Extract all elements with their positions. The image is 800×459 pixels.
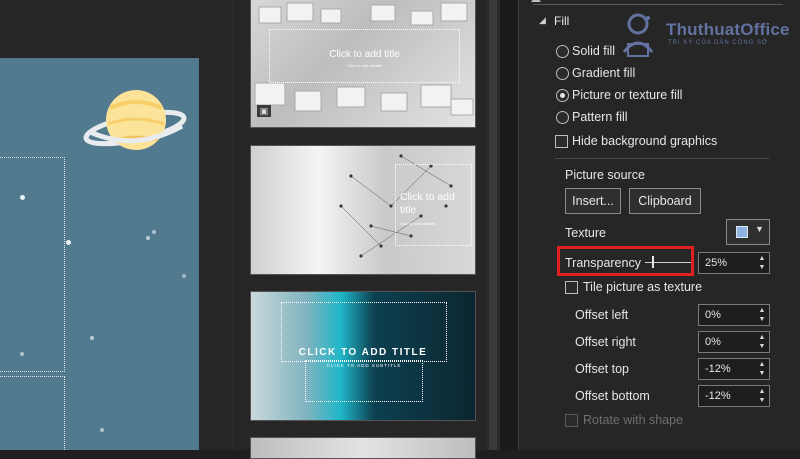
thumbnail-title: Click to add title (329, 49, 400, 60)
offset-right-spinner[interactable]: 0% ▲ ▼ (698, 331, 770, 353)
insert-button[interactable]: Insert... (565, 188, 621, 214)
transparency-label: Transparency (565, 256, 641, 270)
planet-graphic (83, 90, 187, 150)
increase-arrow-icon[interactable]: ▲ (758, 387, 766, 396)
star (146, 236, 150, 240)
star (152, 230, 156, 234)
fill-section-title[interactable]: Fill (554, 14, 569, 28)
pattern-fill-label[interactable]: Pattern fill (572, 110, 628, 124)
offset-left-spinner[interactable]: 0% ▲ ▼ (698, 304, 770, 326)
offset-bottom-label: Offset bottom (575, 389, 650, 403)
offset-bottom-value: -12% (705, 390, 731, 402)
offset-right-value: 0% (705, 336, 721, 348)
increase-arrow-icon[interactable]: ▲ (758, 254, 766, 263)
texture-label: Texture (565, 226, 606, 240)
thumbnail-title: CLICK TO ADD TITLE (298, 347, 428, 358)
texture-dropdown[interactable]: ▼ (726, 219, 770, 245)
hide-background-checkbox[interactable] (555, 135, 568, 148)
title-placeholder[interactable]: Click to add title Click to add subtitle (395, 164, 472, 246)
decrease-arrow-icon[interactable]: ▼ (758, 369, 766, 378)
format-background-pane: ◢ Fill Solid fill Gradient fill Picture … (518, 0, 800, 450)
decrease-arrow-icon[interactable]: ▼ (758, 315, 766, 324)
slide-canvas-area (0, 0, 232, 450)
increase-arrow-icon[interactable]: ▲ (758, 333, 766, 342)
offset-left-value: 0% (705, 309, 721, 321)
thumbnail-subtitle: Click to add subtitle (400, 221, 435, 226)
texture-swatch-icon (736, 226, 748, 238)
decrease-arrow-icon[interactable]: ▼ (758, 396, 766, 405)
offset-bottom-spinner[interactable]: -12% ▲ ▼ (698, 385, 770, 407)
star (20, 195, 25, 200)
brand-name: ThuthuatOffice (666, 20, 790, 39)
rotate-with-shape-label: Rotate with shape (583, 413, 684, 427)
picture-texture-fill-label[interactable]: Picture or texture fill (572, 88, 682, 102)
brand-watermark: ThuthuatOffice TRI KỸ CỦA DÂN CÔNG SỞ (608, 4, 798, 66)
star (66, 240, 71, 245)
thumbnail-subtitle: CLICK TO ADD SUBTITLE (326, 363, 402, 368)
solid-fill-radio[interactable] (556, 45, 569, 58)
tile-picture-checkbox[interactable] (565, 281, 578, 294)
tile-picture-label[interactable]: Tile picture as texture (583, 280, 702, 294)
offset-right-label: Offset right (575, 335, 636, 349)
star (100, 428, 104, 432)
collapse-chevron-icon[interactable]: ◢ (539, 15, 546, 26)
increase-arrow-icon[interactable]: ▲ (758, 306, 766, 315)
clipboard-button[interactable]: Clipboard (629, 188, 701, 214)
pattern-fill-radio[interactable] (556, 111, 569, 124)
thumbnail-ocean[interactable]: CLICK TO ADD TITLE CLICK TO ADD SUBTITLE (250, 291, 476, 421)
thumbnail-partial[interactable] (250, 437, 476, 459)
title-placeholder[interactable]: Click to add title Click to add subtitle (269, 29, 460, 83)
transparency-slider-thumb[interactable] (652, 256, 654, 268)
transparency-value: 25% (705, 257, 728, 269)
thumbnail-network[interactable]: Click to add title Click to add subtitle (250, 145, 476, 275)
scrollbar-thumb[interactable] (489, 0, 497, 450)
offset-top-label: Offset top (575, 362, 629, 376)
thumbnail-title: Click to add title (400, 191, 455, 216)
thumbnail-cubes[interactable]: Click to add title Click to add subtitle… (250, 0, 476, 128)
section-separator (555, 158, 769, 159)
decrease-arrow-icon[interactable]: ▼ (758, 342, 766, 351)
content-placeholder[interactable] (0, 376, 65, 450)
star (182, 274, 186, 278)
picture-source-label: Picture source (565, 168, 645, 182)
picture-texture-fill-radio[interactable] (556, 89, 569, 102)
pane-gap (500, 0, 518, 450)
gradient-fill-radio[interactable] (556, 67, 569, 80)
gradient-fill-label[interactable]: Gradient fill (572, 66, 635, 80)
star (90, 336, 94, 340)
offset-top-spinner[interactable]: -12% ▲ ▼ (698, 358, 770, 380)
subtitle-placeholder[interactable]: CLICK TO ADD SUBTITLE (305, 360, 423, 402)
offset-left-label: Offset left (575, 308, 629, 322)
thumbnail-subtitle: Click to add subtitle (347, 63, 382, 68)
tab-pointer (531, 0, 541, 2)
transparency-spinner[interactable]: 25% ▲ ▼ (698, 252, 770, 274)
brand-tagline: TRI KỸ CỦA DÂN CÔNG SỞ (668, 40, 769, 46)
slide-preview[interactable] (0, 58, 199, 450)
layout-icon: ▣ (257, 105, 271, 117)
brand-logo-icon (622, 13, 654, 57)
offset-top-value: -12% (705, 363, 731, 375)
chevron-down-icon: ▼ (755, 224, 764, 234)
rotate-with-shape-checkbox (565, 414, 578, 427)
layout-thumbnails-panel: Click to add title Click to add subtitle… (234, 0, 486, 459)
increase-arrow-icon[interactable]: ▲ (758, 360, 766, 369)
star (20, 352, 24, 356)
hide-background-label[interactable]: Hide background graphics (572, 134, 717, 148)
content-placeholder[interactable] (0, 157, 65, 372)
decrease-arrow-icon[interactable]: ▼ (758, 263, 766, 272)
